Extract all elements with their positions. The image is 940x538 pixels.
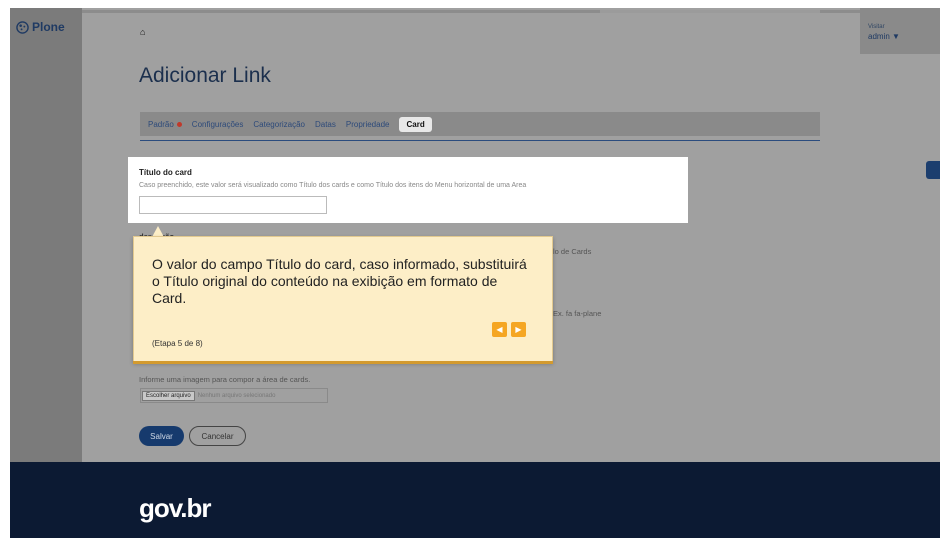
govbr-logo: gov.br xyxy=(139,493,212,523)
user-name[interactable]: admin ▼ xyxy=(868,32,900,41)
arrow-right-icon: ▶ xyxy=(515,325,522,334)
save-button[interactable]: Salvar xyxy=(139,426,184,446)
tab-label: Padrão xyxy=(148,119,174,129)
home-icon[interactable]: ⌂ xyxy=(140,27,145,37)
tour-tooltip-border xyxy=(133,361,553,364)
plone-logo-text: Plone xyxy=(32,20,65,34)
arrow-left-icon: ◀ xyxy=(496,325,503,334)
tab-categorizacao[interactable]: Categorização xyxy=(253,120,305,129)
no-file-text: Nenhum arquivo selecionado xyxy=(197,392,276,399)
cancel-button[interactable]: Cancelar xyxy=(189,426,246,446)
side-panel-toggle[interactable] xyxy=(926,161,940,179)
user-menu[interactable]: Visitar admin ▼ xyxy=(860,8,940,54)
icon-help-fragment: Ex. fa fa-plane xyxy=(553,309,602,318)
plone-logo[interactable]: Plone xyxy=(16,20,65,34)
image-help: Informe uma imagem para compor a área de… xyxy=(139,375,311,384)
tour-prev-button[interactable]: ◀ xyxy=(492,322,507,337)
form-tabs: Padrão Configurações Categorização Datas… xyxy=(140,112,820,136)
card-title-input[interactable] xyxy=(139,196,327,214)
page-title: Adicionar Link xyxy=(139,64,271,87)
left-toolbar xyxy=(10,8,82,463)
tab-padrao[interactable]: Padrão xyxy=(148,120,182,129)
tabs-underline xyxy=(140,140,820,141)
user-label: Visitar xyxy=(868,24,885,30)
tour-step: (Etapa 5 de 8) xyxy=(152,339,203,348)
top-divider-right xyxy=(600,10,820,13)
tour-tooltip: O valor do campo Título do card, caso in… xyxy=(133,236,553,362)
tab-card[interactable]: Card xyxy=(399,116,432,132)
tour-next-button[interactable]: ▶ xyxy=(511,322,526,337)
tab-propriedade[interactable]: Propriedade xyxy=(346,120,390,129)
cards-help-fragment: lo de Cards xyxy=(553,247,592,256)
card-title-help: Caso preenchido, este valor será visuali… xyxy=(139,182,527,189)
tab-configuracoes[interactable]: Configurações xyxy=(192,120,244,129)
plone-logo-icon xyxy=(16,20,29,34)
card-title-label: Título do card xyxy=(139,168,192,177)
choose-file-button[interactable]: Escolher arquivo xyxy=(142,390,195,401)
tab-datas[interactable]: Datas xyxy=(315,120,336,129)
tour-text: O valor do campo Título do card, caso in… xyxy=(152,256,527,306)
required-dot-icon xyxy=(176,121,182,127)
image-file-input[interactable]: Escolher arquivo Nenhum arquivo selecion… xyxy=(140,388,328,403)
